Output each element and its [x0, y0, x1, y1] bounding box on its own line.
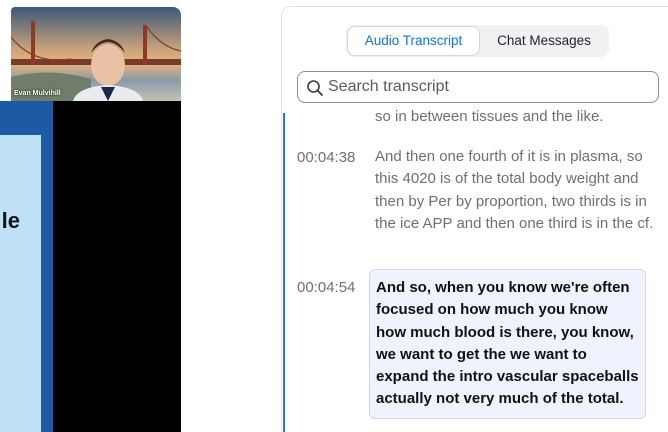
entry-text: And then one fourth of it is in plasma, … [375, 148, 654, 232]
search-input[interactable] [328, 75, 648, 99]
tab-chat-messages[interactable]: Chat Messages [481, 27, 607, 55]
shared-screen-text: le [1, 208, 20, 233]
tab-audio-transcript[interactable]: Audio Transcript [348, 27, 479, 55]
video-background [11, 21, 181, 101]
shared-screen-content [0, 135, 41, 432]
entry-timestamp-current: 00:04:54 [297, 279, 356, 296]
transcript-tabs: Audio Transcript Chat Messages [346, 25, 609, 57]
transcript-fragment: so in between tissues and the like. [375, 108, 604, 125]
meeting-area: Evan Mulvihill le [0, 0, 181, 432]
search-box[interactable] [297, 71, 659, 103]
participant-name: Evan Mulvihill [14, 90, 61, 97]
entry-timestamp: 00:04:38 [297, 149, 356, 166]
participant-video[interactable]: Evan Mulvihill [11, 7, 181, 101]
search-icon [307, 80, 323, 96]
entry-text-current[interactable]: And so, when you know we're often focuse… [369, 269, 646, 419]
transcript-list[interactable]: so in between tissues and the like. 00:0… [285, 104, 668, 432]
